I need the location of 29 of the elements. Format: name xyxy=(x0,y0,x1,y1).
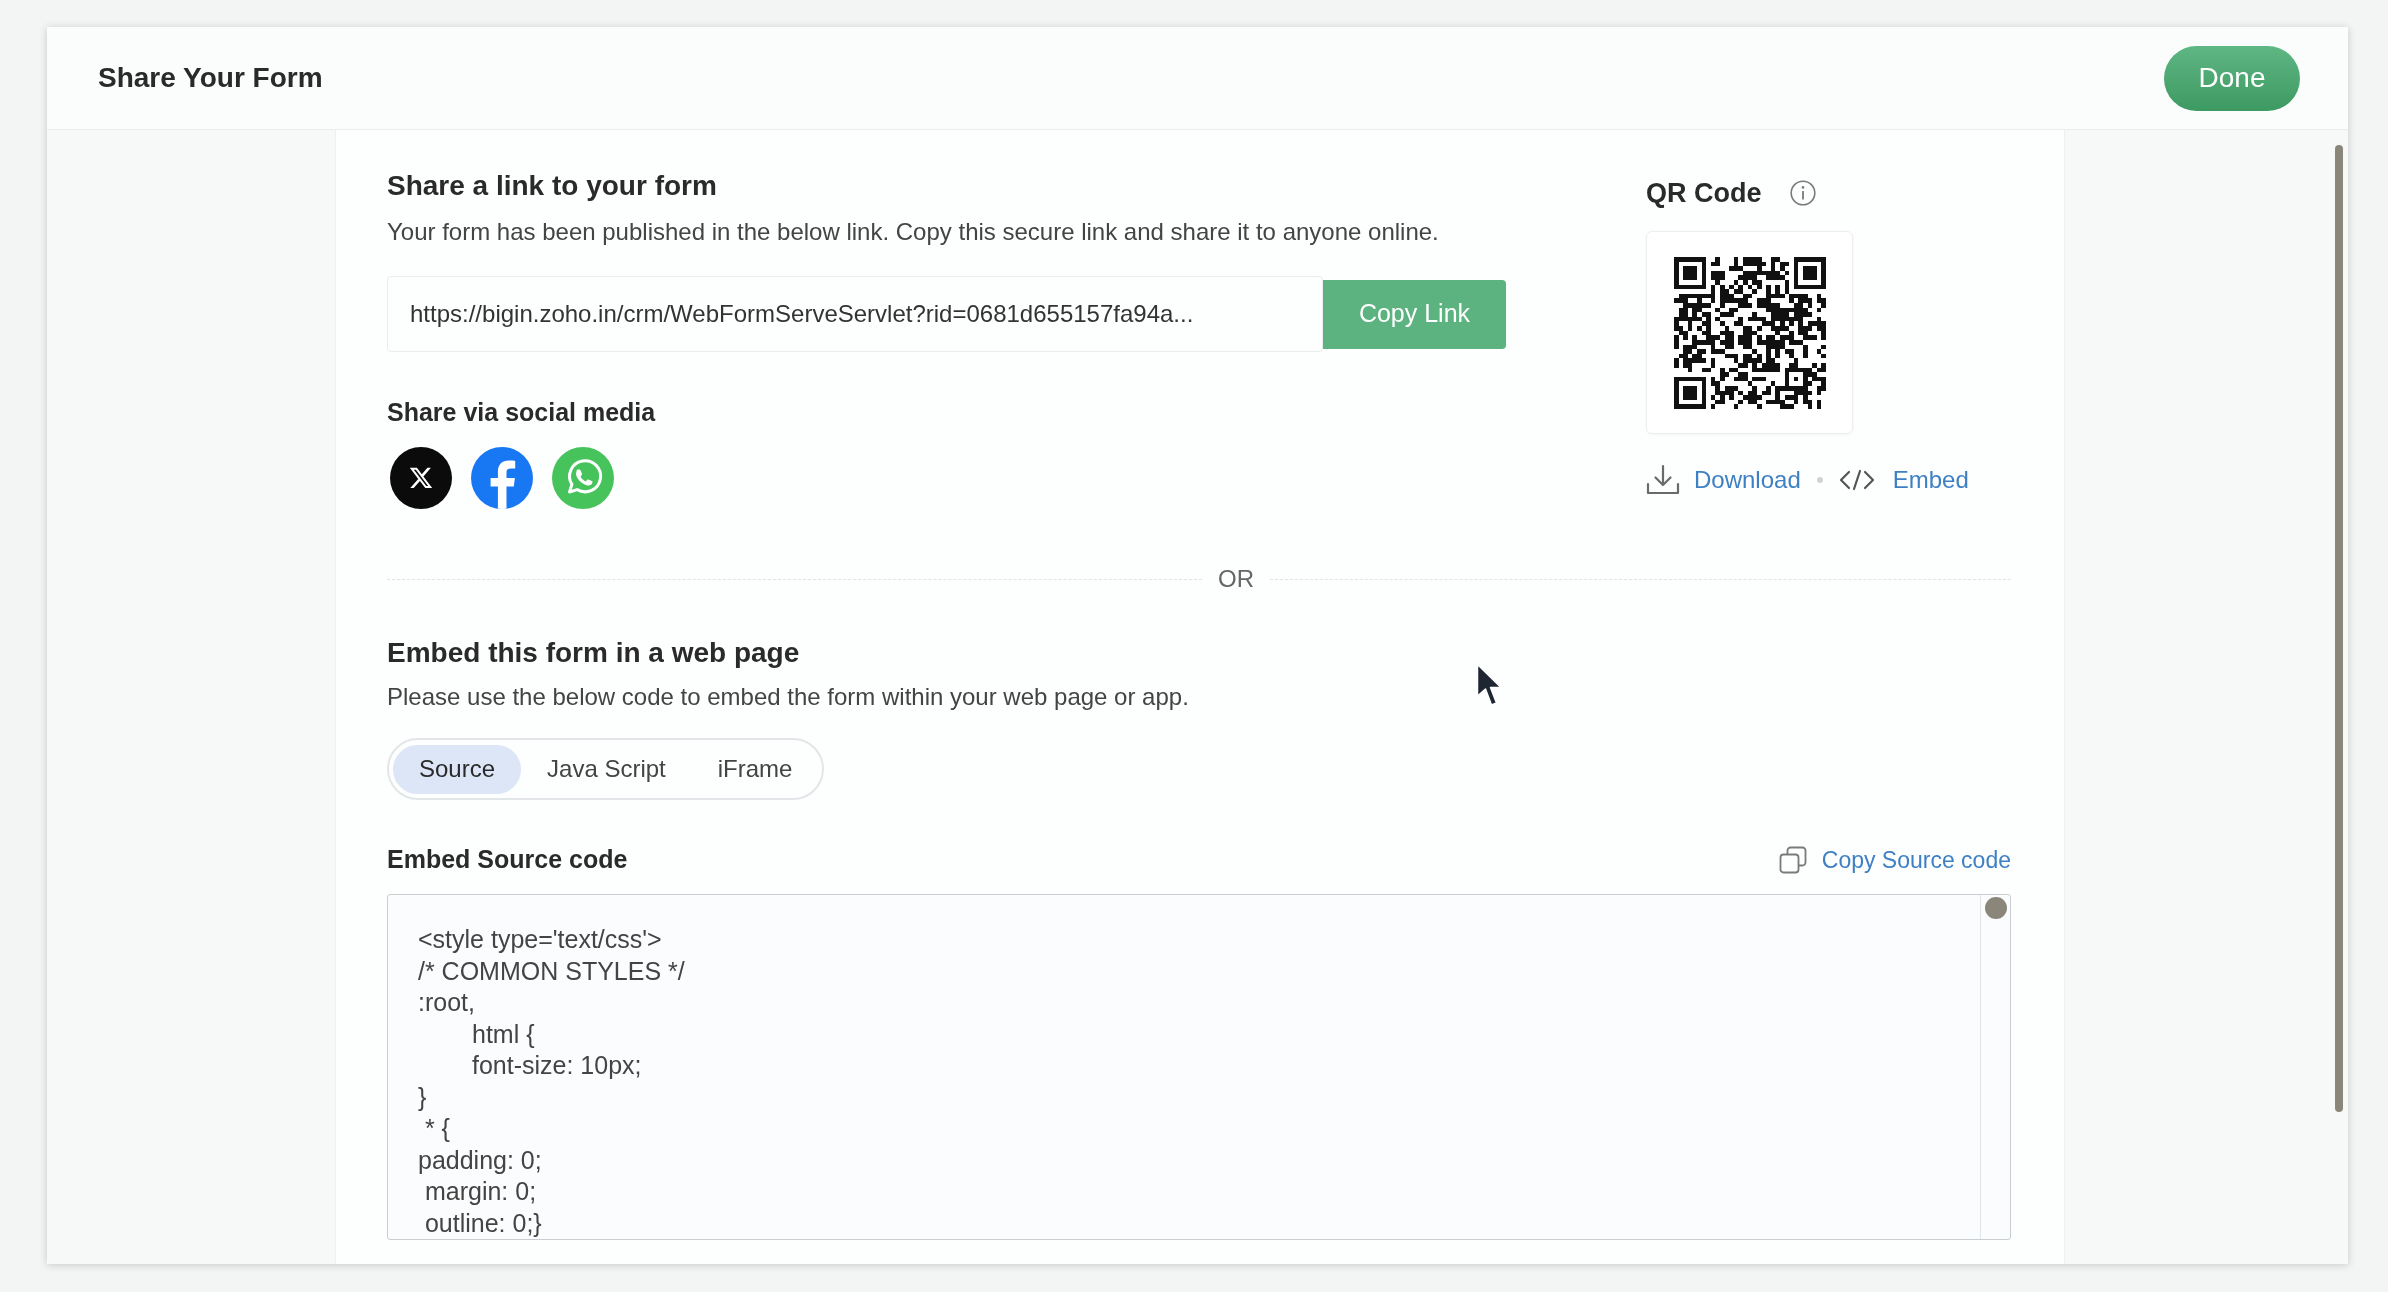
link-field[interactable]: https://bigin.zoho.in/crm/WebFormServeServlet?rid=0681d655157fa94a... xyxy=(387,276,1323,352)
tab[interactable]: iFrame xyxy=(691,744,819,794)
tab[interactable]: Java Script xyxy=(521,744,692,794)
download-icon[interactable] xyxy=(1646,464,1680,496)
source-code: <style type='text/css'> /* COMMON STYLES */ :root, html { font-size: 10px; } * { padding: 0; margin: 0; outline: 0;} xyxy=(417,924,686,1239)
download-link[interactable]: Download xyxy=(1694,462,1801,498)
whatsapp-logo-icon[interactable] xyxy=(552,447,614,509)
embed-link[interactable]: Embed xyxy=(1892,462,1969,498)
source-code-field[interactable]: <style type='text/css'> /* COMMON STYLES */ :root, html { font-size: 10px; } * { padding: 0; margin: 0; outline: 0;} xyxy=(387,894,2011,1240)
section-heading: Embed this form in a web page xyxy=(387,636,800,670)
x-logo-icon[interactable] xyxy=(390,447,452,509)
copy-source-code-link[interactable]: Copy Source code xyxy=(1778,842,2011,878)
code-heading: Embed Source code xyxy=(387,844,628,876)
facebook-logo-icon[interactable] xyxy=(471,447,533,509)
copy-icon xyxy=(1778,846,1807,874)
section-description: Please use the below code to embed the form within your web page or app. xyxy=(387,682,1189,712)
scrollbar-thumb[interactable] xyxy=(2335,145,2343,1112)
info-icon[interactable] xyxy=(1789,180,1816,206)
separator-dot-icon xyxy=(1816,477,1823,483)
mouse-cursor-icon xyxy=(1476,663,1502,707)
section-heading: Share a link to your form xyxy=(387,169,717,203)
qr-code-heading: QR Code xyxy=(1646,176,1762,210)
section-description: Your form has been published in the below link. Copy this secure link and share it to anyone online. xyxy=(387,217,1439,247)
social-heading: Share via social media xyxy=(387,397,656,428)
dialog-title: Share Your Form xyxy=(98,61,323,95)
scrollbar-thumb[interactable] xyxy=(1984,897,2007,919)
or-divider-label: OR xyxy=(1217,564,1255,594)
tab[interactable]: Source xyxy=(393,744,522,794)
code-icon[interactable] xyxy=(1838,469,1875,491)
